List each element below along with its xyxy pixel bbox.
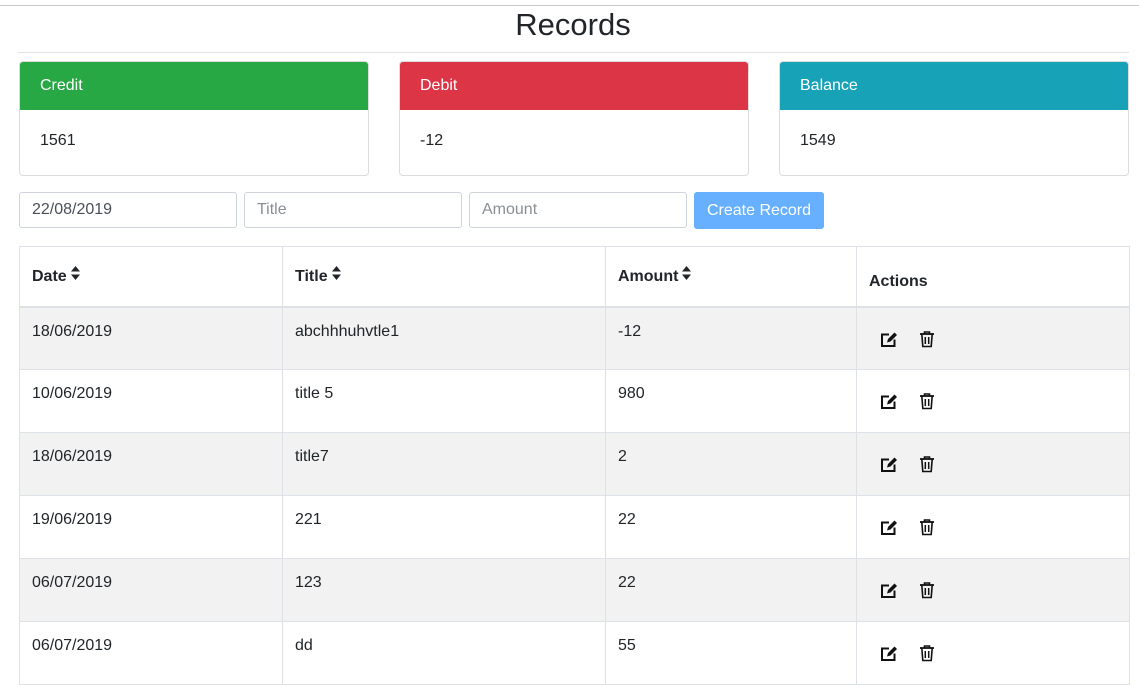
cell-amount: -12 [605,306,857,370]
amount-header-label: Amount [618,268,679,285]
sort-icon[interactable] [70,265,80,285]
edit-icon[interactable] [879,643,899,663]
table-row: 19/06/2019 221 22 [19,495,1130,559]
balance-card-value: 1549 [800,132,836,149]
sort-icon[interactable] [682,265,692,285]
cell-actions [856,558,1130,622]
cell-amount: 55 [605,621,857,685]
cell-title: title7 [282,432,606,496]
amount-input[interactable] [469,192,687,228]
trash-icon[interactable] [917,580,937,600]
edit-icon[interactable] [879,391,899,411]
sort-icon[interactable] [331,265,341,285]
cell-date: 06/07/2019 [19,558,283,622]
date-header-label: Date [32,268,67,285]
page-title: Records [515,7,631,42]
actions-header-label: Actions [869,273,928,290]
title-header-label: Title [295,268,328,285]
create-record-button[interactable]: Create Record [694,192,824,229]
edit-icon[interactable] [879,454,899,474]
cell-amount: 22 [605,558,857,622]
debit-card-value: -12 [420,132,444,149]
records-table: Date Title Amount Actions 18/06/2019 abch… [19,246,1130,685]
trash-icon[interactable] [917,454,937,474]
table-row: 06/07/2019 dd 55 [19,621,1130,685]
date-input[interactable] [19,192,237,228]
credit-card-header: Credit [20,62,368,110]
cell-title: 123 [282,558,606,622]
edit-icon[interactable] [879,517,899,537]
cell-actions [856,306,1130,370]
trash-icon[interactable] [917,391,937,411]
title-divider [18,52,1129,53]
trash-icon[interactable] [917,517,937,537]
balance-card: Balance 1549 [779,61,1129,176]
credit-card-value: 1561 [40,132,76,149]
amount-column-header[interactable]: Amount [605,246,857,308]
cell-title: 221 [282,495,606,559]
edit-icon[interactable] [879,329,899,349]
table-row: 18/06/2019 abchhhuhvtle1 -12 [19,306,1130,370]
table-row: 18/06/2019 title7 2 [19,432,1130,496]
cell-title: dd [282,621,606,685]
cell-date: 18/06/2019 [19,306,283,370]
cell-actions [856,432,1130,496]
table-row: 10/06/2019 title 5 980 [19,369,1130,433]
cell-amount: 980 [605,369,857,433]
cell-date: 10/06/2019 [19,369,283,433]
table-row: 06/07/2019 123 22 [19,558,1130,622]
cell-actions [856,621,1130,685]
date-column-header[interactable]: Date [19,246,283,308]
cell-title: title 5 [282,369,606,433]
debit-card-header: Debit [400,62,748,110]
title-column-header[interactable]: Title [282,246,606,308]
cell-actions [856,369,1130,433]
cell-amount: 22 [605,495,857,559]
cell-date: 06/07/2019 [19,621,283,685]
table-header-row: Date Title Amount Actions [19,246,1130,308]
balance-card-header: Balance [780,62,1128,110]
edit-icon[interactable] [879,580,899,600]
cell-title: abchhhuhvtle1 [282,306,606,370]
trash-icon[interactable] [917,643,937,663]
trash-icon[interactable] [917,329,937,349]
title-input[interactable] [244,192,462,228]
cell-date: 19/06/2019 [19,495,283,559]
debit-card: Debit -12 [399,61,749,176]
credit-card: Credit 1561 [19,61,369,176]
cell-actions [856,495,1130,559]
cell-amount: 2 [605,432,857,496]
actions-column-header: Actions [856,246,1130,308]
cell-date: 18/06/2019 [19,432,283,496]
